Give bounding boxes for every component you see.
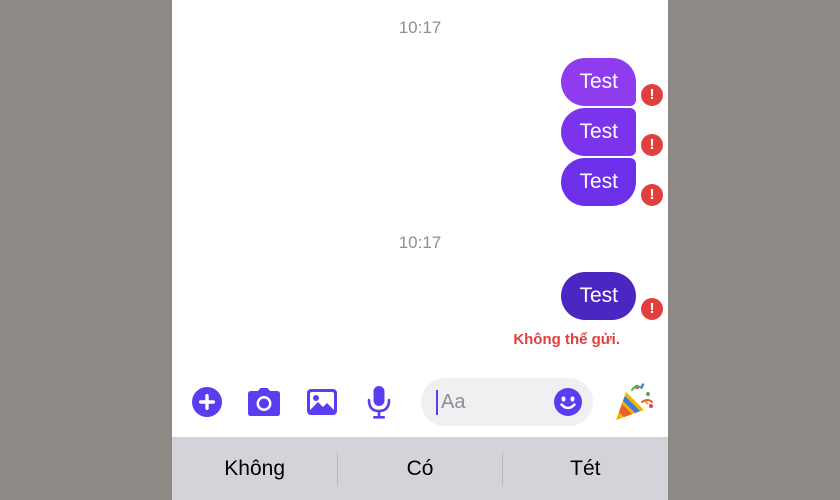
text-caret <box>436 390 438 415</box>
party-popper-icon[interactable] <box>612 380 656 422</box>
camera-icon[interactable] <box>247 385 281 419</box>
suggestion-divider <box>502 453 503 485</box>
message-timestamp: 10:17 <box>398 233 442 252</box>
gallery-icon[interactable] <box>305 385 339 419</box>
smiley-icon[interactable] <box>553 387 583 417</box>
message-composer[interactable] <box>421 378 593 426</box>
error-icon[interactable]: ! <box>641 134 663 156</box>
message-timestamp: 10:17 <box>398 18 442 37</box>
message-input[interactable] <box>441 391 551 414</box>
message-bubble[interactable]: Test <box>561 108 636 156</box>
error-icon[interactable]: ! <box>641 298 663 320</box>
suggestion-item[interactable]: Có <box>337 437 502 500</box>
message-bubble[interactable]: Test <box>561 158 636 206</box>
microphone-icon[interactable] <box>362 385 396 419</box>
plus-circle-icon[interactable] <box>190 385 224 419</box>
error-icon[interactable]: ! <box>641 184 663 206</box>
message-bubble[interactable]: Test <box>561 58 636 106</box>
suggestion-item[interactable]: Không <box>172 437 337 500</box>
send-failed-label[interactable]: Không thể gửi. <box>513 331 620 349</box>
message-bubble[interactable]: Test <box>561 272 636 320</box>
error-icon[interactable]: ! <box>641 84 663 106</box>
keyboard-suggestion-bar: Không Có Tét <box>172 437 668 500</box>
suggestion-item[interactable]: Tét <box>503 437 668 500</box>
messenger-screen: 10:17 Test ! Test ! Test ! 10:17 Test ! … <box>172 0 668 500</box>
suggestion-divider <box>337 453 338 485</box>
